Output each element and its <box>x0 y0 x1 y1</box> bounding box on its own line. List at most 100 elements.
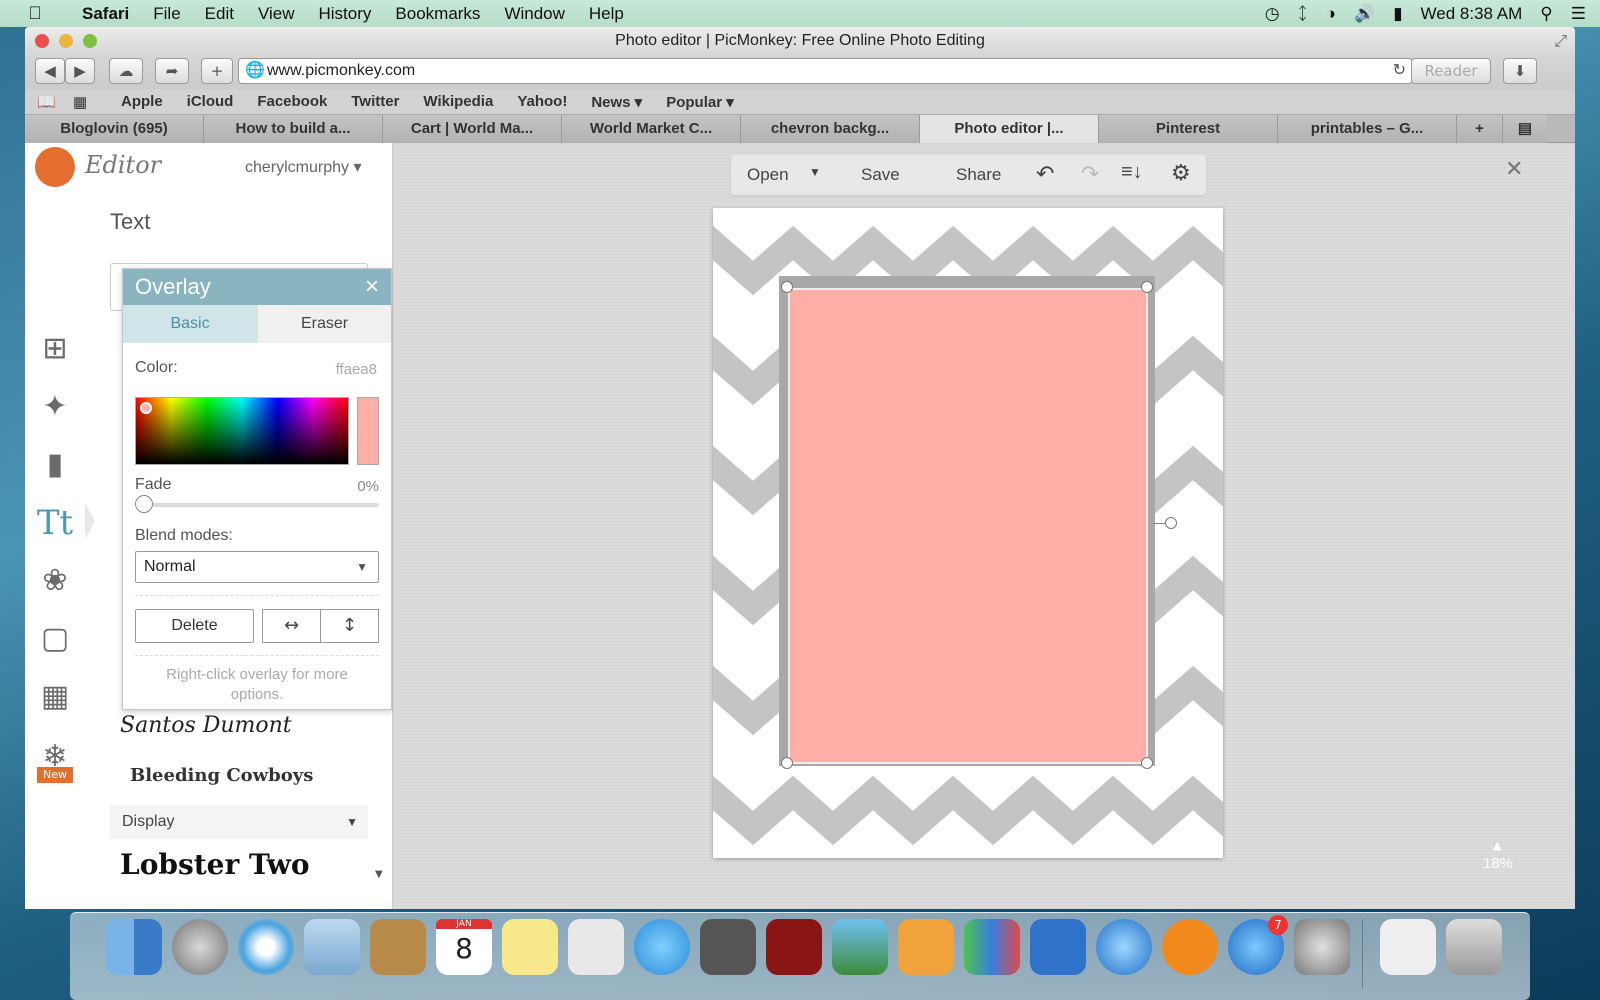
font-sample-santos-dumont[interactable]: Santos Dumont <box>120 713 292 738</box>
fav-facebook[interactable]: Facebook <box>245 93 339 110</box>
calendar-icon[interactable]: JAN 8 <box>436 919 492 975</box>
itunes-icon[interactable] <box>1096 919 1152 975</box>
reader-button[interactable]: Reader <box>1411 58 1491 84</box>
textures-icon[interactable]: ▦ <box>33 675 77 719</box>
mail-icon[interactable] <box>304 919 360 975</box>
downloads-icon[interactable]: ⬇ <box>1503 58 1537 84</box>
forward-button[interactable]: ▶ <box>65 58 95 84</box>
fav-apple[interactable]: Apple <box>109 93 175 110</box>
menu-file[interactable]: File <box>141 4 192 24</box>
tab-eraser[interactable]: Eraser <box>257 305 391 343</box>
time-machine-icon[interactable]: ◷ <box>1265 4 1280 24</box>
zoom-level[interactable]: 18% <box>1483 855 1513 872</box>
bluetooth-icon[interactable]: ᛨ <box>1298 4 1308 24</box>
tab-printables[interactable]: printables – G... <box>1278 115 1457 143</box>
fav-popular[interactable]: Popular ▾ <box>654 93 746 111</box>
close-window-button[interactable] <box>35 34 49 48</box>
pink-overlay-rectangle[interactable] <box>788 288 1148 764</box>
font-sample-bleeding-cowboys[interactable]: Bleeding Cowboys <box>130 765 313 786</box>
resize-handle-bottom-left[interactable] <box>781 757 793 769</box>
finder-icon[interactable] <box>106 919 162 975</box>
share-button[interactable]: Share <box>956 165 1001 185</box>
address-bar[interactable]: 🌐 www.picmonkey.com ↻ <box>238 58 1413 84</box>
share-icon[interactable]: ➦ <box>155 58 189 84</box>
font-category-dropdown[interactable]: Display ▼ <box>110 805 368 839</box>
scroll-down-arrow-icon[interactable]: ▼ <box>375 869 383 880</box>
color-picker-handle[interactable] <box>140 402 152 414</box>
close-editor-icon[interactable]: ✕ <box>1505 157 1523 182</box>
icloud-tabs-icon[interactable]: ☁ <box>109 58 143 84</box>
open-dropdown-icon[interactable]: ▼ <box>809 165 821 179</box>
numbers-icon[interactable] <box>964 919 1020 975</box>
launchpad-icon[interactable] <box>172 919 228 975</box>
notification-center-icon[interactable]: ☰ <box>1571 4 1586 24</box>
menu-edit[interactable]: Edit <box>193 4 246 24</box>
volume-icon[interactable]: 🔊 <box>1354 4 1375 24</box>
safari-icon[interactable] <box>238 919 294 975</box>
apple-menu-icon[interactable]:  <box>0 3 70 24</box>
fav-twitter[interactable]: Twitter <box>339 93 411 110</box>
facetime-icon[interactable] <box>700 919 756 975</box>
resize-handle-bottom-right[interactable] <box>1141 757 1153 769</box>
menu-history[interactable]: History <box>307 4 384 24</box>
keynote-icon[interactable] <box>1030 919 1086 975</box>
user-menu[interactable]: cherylcmurphy ▾ <box>245 157 362 177</box>
tab-basic[interactable]: Basic <box>123 305 257 343</box>
reminders-icon[interactable] <box>568 919 624 975</box>
flip-vertical-icon[interactable]: ↕ <box>320 609 379 643</box>
ibooks-icon[interactable] <box>1162 919 1218 975</box>
fav-yahoo[interactable]: Yahoo! <box>505 93 579 110</box>
fade-slider-track[interactable] <box>135 495 379 513</box>
delete-button[interactable]: Delete <box>135 609 254 643</box>
add-tab-button[interactable]: + <box>1457 115 1503 143</box>
app-store-icon[interactable]: 7 <box>1228 915 1288 975</box>
redo-icon[interactable]: ↷ <box>1081 161 1099 187</box>
notes-icon[interactable] <box>502 919 558 975</box>
rotate-handle[interactable] <box>1165 517 1177 529</box>
menu-window[interactable]: Window <box>492 4 576 24</box>
resize-handle-top-left[interactable] <box>781 281 793 293</box>
menu-safari[interactable]: Safari <box>70 4 141 24</box>
touch-up-lipstick-icon[interactable]: ▮ <box>33 443 77 487</box>
fav-icloud[interactable]: iCloud <box>175 93 246 110</box>
layers-icon[interactable]: ≡↓ <box>1121 161 1143 184</box>
tab-photo-editor[interactable]: Photo editor |... <box>920 115 1099 143</box>
zoom-window-button[interactable] <box>83 34 97 48</box>
fade-slider-handle[interactable] <box>135 495 153 513</box>
clock[interactable]: Wed 8:38 AM <box>1421 4 1523 24</box>
messages-icon[interactable] <box>634 919 690 975</box>
tab-cart-world-market[interactable]: Cart | World Ma... <box>383 115 562 143</box>
battery-icon[interactable]: ▮ <box>1393 4 1402 24</box>
flip-horizontal-icon[interactable]: ↔ <box>262 609 321 643</box>
reading-list-icon[interactable]: 📖 <box>37 93 73 111</box>
save-button[interactable]: Save <box>861 165 900 185</box>
new-tab-plus-button[interactable]: + <box>201 58 233 84</box>
tab-world-market[interactable]: World Market C... <box>562 115 741 143</box>
overlays-butterfly-icon[interactable]: ❀ <box>33 559 77 603</box>
menu-view[interactable]: View <box>246 4 307 24</box>
effects-wand-icon[interactable]: ✦ <box>33 385 77 429</box>
menu-help[interactable]: Help <box>577 4 636 24</box>
reload-icon[interactable]: ↻ <box>1393 59 1406 83</box>
color-hex-value[interactable]: ffaea8 <box>336 361 377 378</box>
spotlight-icon[interactable]: ⚲ <box>1540 4 1552 24</box>
tab-overview-icon[interactable]: ▤ <box>1503 115 1547 143</box>
trash-icon[interactable] <box>1446 919 1502 975</box>
back-button[interactable]: ◀ <box>35 58 65 84</box>
tab-how-to-build[interactable]: How to build a... <box>204 115 383 143</box>
font-sample-lobster-two[interactable]: Lobster Two <box>120 848 310 881</box>
overlay-close-button[interactable]: × <box>365 269 379 305</box>
fav-news[interactable]: News ▾ <box>579 93 654 111</box>
tab-chevron-background[interactable]: chevron backg... <box>741 115 920 143</box>
top-sites-icon[interactable]: ▦ <box>73 93 109 111</box>
fullscreen-icon[interactable]: ⤢ <box>1554 31 1567 51</box>
color-spectrum-picker[interactable] <box>135 397 349 465</box>
resize-handle-top-right[interactable] <box>1141 281 1153 293</box>
system-preferences-icon[interactable] <box>1294 919 1350 975</box>
contacts-icon[interactable] <box>370 919 426 975</box>
settings-gear-icon[interactable]: ⚙ <box>1171 160 1191 186</box>
iphoto-icon[interactable] <box>832 919 888 975</box>
pages-icon[interactable] <box>898 919 954 975</box>
undo-icon[interactable]: ↶ <box>1036 161 1054 187</box>
tab-pinterest[interactable]: Pinterest <box>1099 115 1278 143</box>
